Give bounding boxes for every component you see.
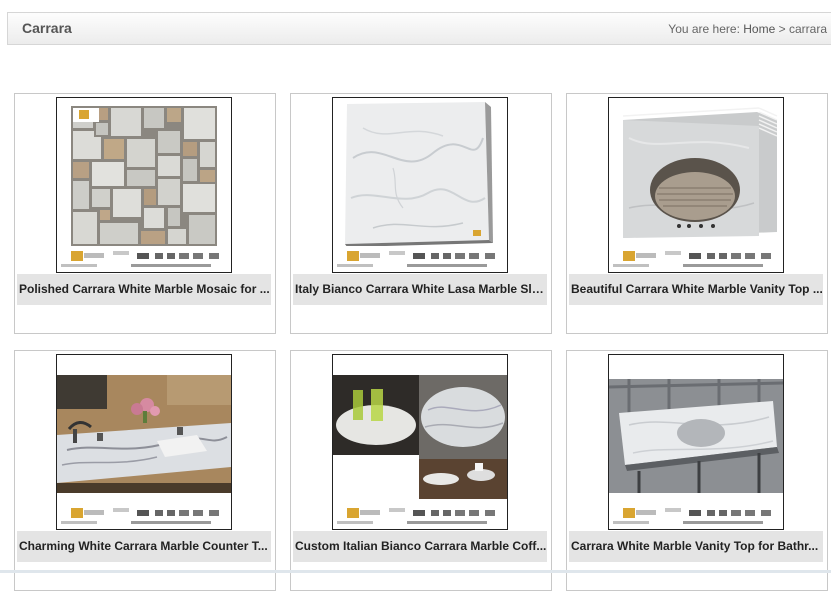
product-image[interactable] [608, 97, 784, 273]
product-title[interactable]: Italy Bianco Carrara White Lasa Marble S… [293, 274, 547, 305]
product-card[interactable]: Custom Italian Bianco Carrara Marble Cof… [290, 350, 552, 591]
product-image[interactable] [332, 354, 508, 530]
product-card[interactable]: Polished Carrara White Marble Mosaic for… [14, 93, 276, 334]
product-card[interactable]: Charming White Carrara Marble Counter T.… [14, 350, 276, 591]
product-image[interactable] [608, 354, 784, 530]
product-image[interactable] [332, 97, 508, 273]
product-title[interactable]: Carrara White Marble Vanity Top for Bath… [569, 531, 823, 562]
product-card[interactable]: Carrara White Marble Vanity Top for Bath… [566, 350, 828, 591]
page-title: Carrara [22, 20, 72, 36]
product-title[interactable]: Beautiful Carrara White Marble Vanity To… [569, 274, 823, 305]
breadcrumb-current: carrara [788, 22, 827, 36]
product-card[interactable]: Beautiful Carrara White Marble Vanity To… [566, 93, 828, 334]
product-title[interactable]: Custom Italian Bianco Carrara Marble Cof… [293, 531, 547, 562]
product-title[interactable]: Charming White Carrara Marble Counter T.… [17, 531, 271, 562]
breadcrumb: You are here: Home > carrara [668, 22, 827, 36]
breadcrumb-separator: > [778, 22, 786, 36]
product-image[interactable] [56, 97, 232, 273]
product-card[interactable]: Italy Bianco Carrara White Lasa Marble S… [290, 93, 552, 334]
page-header: Carrara You are here: Home > carrara [7, 12, 831, 45]
breadcrumb-prefix: You are here: [668, 22, 740, 36]
product-image[interactable] [56, 354, 232, 530]
product-title[interactable]: Polished Carrara White Marble Mosaic for… [17, 274, 271, 305]
breadcrumb-home-link[interactable]: Home [743, 22, 775, 36]
